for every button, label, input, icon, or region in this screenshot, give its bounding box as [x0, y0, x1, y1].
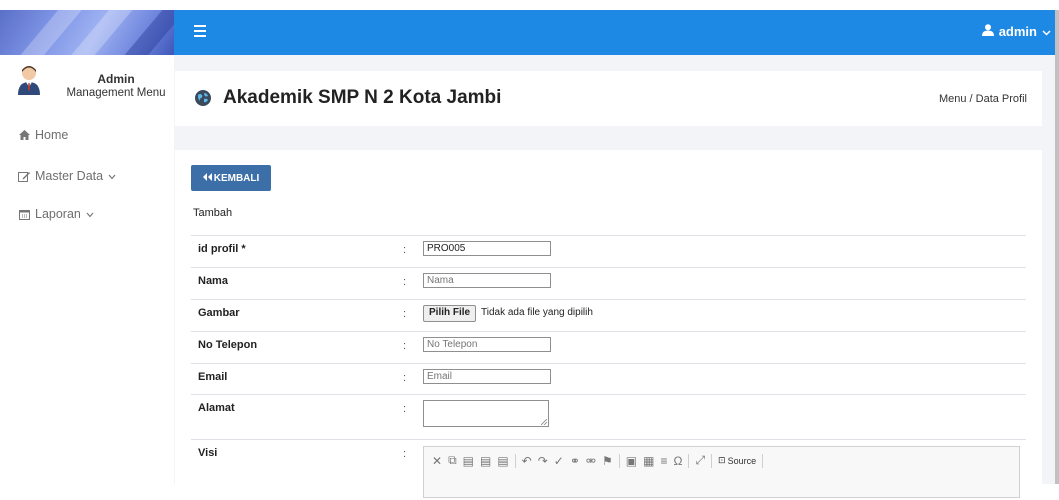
sidebar-item-laporan[interactable]: Laporan — [18, 207, 94, 221]
copy-icon[interactable]: ⧉ — [448, 453, 457, 468]
spellcheck-icon[interactable]: ✓ — [554, 454, 564, 468]
user-panel: Admin Management Menu — [0, 62, 174, 112]
sidebar-item-label: Laporan — [35, 207, 81, 221]
redo-icon[interactable]: ↷ — [538, 454, 548, 468]
sidebar: Admin Management Menu Home Master Data L… — [0, 0, 174, 484]
field-label: Visi — [198, 447, 218, 459]
avatar — [18, 66, 40, 95]
user-menu[interactable]: admin — [981, 24, 1051, 39]
source-button[interactable]: ⊡ Source — [718, 455, 756, 466]
link-icon[interactable]: ⚭ — [570, 454, 580, 468]
user-name: Admin — [97, 72, 135, 86]
field-label: No Telepon — [198, 339, 258, 351]
field-label: id profil * — [198, 243, 246, 255]
alamat-textarea[interactable] — [423, 400, 549, 427]
chevron-down-icon — [1042, 24, 1051, 39]
sidebar-item-master-data[interactable]: Master Data — [18, 169, 116, 183]
scrollbar[interactable] — [1055, 10, 1059, 484]
toolbar-divider — [618, 453, 620, 468]
menu-toggle-icon[interactable] — [194, 25, 206, 37]
topbar: admin — [174, 10, 1059, 55]
toolbar-divider — [688, 453, 690, 468]
id-profil-input[interactable] — [423, 241, 551, 256]
field-label: Alamat — [198, 402, 235, 414]
separator: : — [403, 403, 407, 415]
visi-rich-text-editor[interactable]: ✕ ⧉ ▤ ▤ ▤ ↶ ↷ ✓ ⚭ ⚮ ⚑ ▣ ▦ ≡ Ω ⤢ ⊡ Source — [423, 446, 1020, 498]
brand-logo[interactable] — [0, 10, 174, 55]
page-header: Akademik SMP N 2 Kota Jambi Menu / Data … — [175, 71, 1042, 126]
form-row-id-profil: id profil * : — [191, 235, 1026, 262]
nama-input[interactable] — [423, 273, 551, 288]
anchor-icon[interactable]: ⚑ — [602, 454, 613, 468]
separator: : — [403, 340, 407, 352]
special-char-icon[interactable]: Ω — [673, 454, 682, 468]
toolbar-divider — [762, 453, 764, 468]
chevron-down-icon — [86, 207, 94, 221]
maximize-icon[interactable]: ⤢ — [695, 453, 705, 468]
user-icon — [981, 24, 994, 39]
form-row-nama: Nama : — [191, 267, 1026, 294]
paste-text-icon[interactable]: ▤ — [480, 454, 491, 468]
separator: : — [403, 448, 407, 460]
back-button-label: KEMBALI — [213, 172, 260, 184]
globe-icon — [195, 90, 211, 106]
form-row-email: Email : — [191, 363, 1026, 390]
form-subtitle: Tambah — [193, 207, 233, 219]
chevron-down-icon — [108, 169, 116, 183]
toolbar-divider — [711, 453, 713, 468]
sidebar-item-home[interactable]: Home — [18, 128, 68, 142]
separator: : — [403, 276, 407, 288]
breadcrumb: Menu / Data Profil — [938, 93, 1027, 105]
home-icon — [18, 129, 30, 141]
image-icon[interactable]: ▣ — [626, 454, 637, 468]
unlink-icon[interactable]: ⚮ — [586, 454, 596, 468]
form-row-telepon: No Telepon : — [191, 331, 1026, 358]
separator: : — [403, 372, 407, 384]
edit-icon — [18, 170, 30, 182]
toolbar-divider — [514, 453, 516, 468]
resize-handle-icon[interactable] — [541, 419, 547, 425]
form-card: KEMBALI Tambah id profil * : Nama : Gamb… — [175, 150, 1042, 498]
separator: : — [403, 244, 407, 256]
file-picker-button[interactable]: Pilih File — [423, 305, 477, 322]
page-title: Akademik SMP N 2 Kota Jambi — [223, 87, 502, 108]
editor-toolbar: ✕ ⧉ ▤ ▤ ▤ ↶ ↷ ✓ ⚭ ⚮ ⚑ ▣ ▦ ≡ Ω ⤢ ⊡ Source — [432, 453, 764, 468]
form-row-gambar: Gambar : Pilih File Tidak ada file yang … — [191, 299, 1026, 326]
back-button[interactable]: KEMBALI — [191, 165, 271, 191]
table-icon[interactable]: ▦ — [643, 454, 654, 468]
sidebar-item-label: Home — [35, 128, 69, 142]
email-input[interactable] — [423, 369, 551, 384]
field-label: Email — [198, 371, 228, 383]
field-label: Gambar — [198, 307, 240, 319]
source-icon: ⊡ — [718, 455, 726, 465]
calendar-icon — [18, 208, 30, 220]
sidebar-item-label: Master Data — [35, 169, 104, 183]
paste-word-icon[interactable]: ▤ — [497, 454, 508, 468]
paste-icon[interactable]: ▤ — [463, 454, 474, 468]
file-status: Tidak ada file yang dipilih — [481, 307, 593, 318]
form-row-visi: Visi : ✕ ⧉ ▤ ▤ ▤ ↶ ↷ ✓ ⚭ ⚮ ⚑ ▣ ▦ ≡ Ω ⤢ ⊡… — [191, 439, 1026, 500]
horizontal-line-icon[interactable]: ≡ — [660, 454, 667, 468]
undo-icon[interactable]: ↶ — [522, 454, 532, 468]
user-menu-label: admin — [998, 24, 1037, 39]
cut-icon[interactable]: ✕ — [432, 454, 442, 468]
source-button-label: Source — [727, 455, 757, 466]
double-chevron-left-icon — [202, 172, 212, 184]
separator: : — [403, 308, 407, 320]
user-role: Management Menu — [66, 87, 166, 99]
field-label: Nama — [198, 275, 228, 287]
telepon-input[interactable] — [423, 337, 551, 352]
form-row-alamat: Alamat : — [191, 394, 1026, 437]
